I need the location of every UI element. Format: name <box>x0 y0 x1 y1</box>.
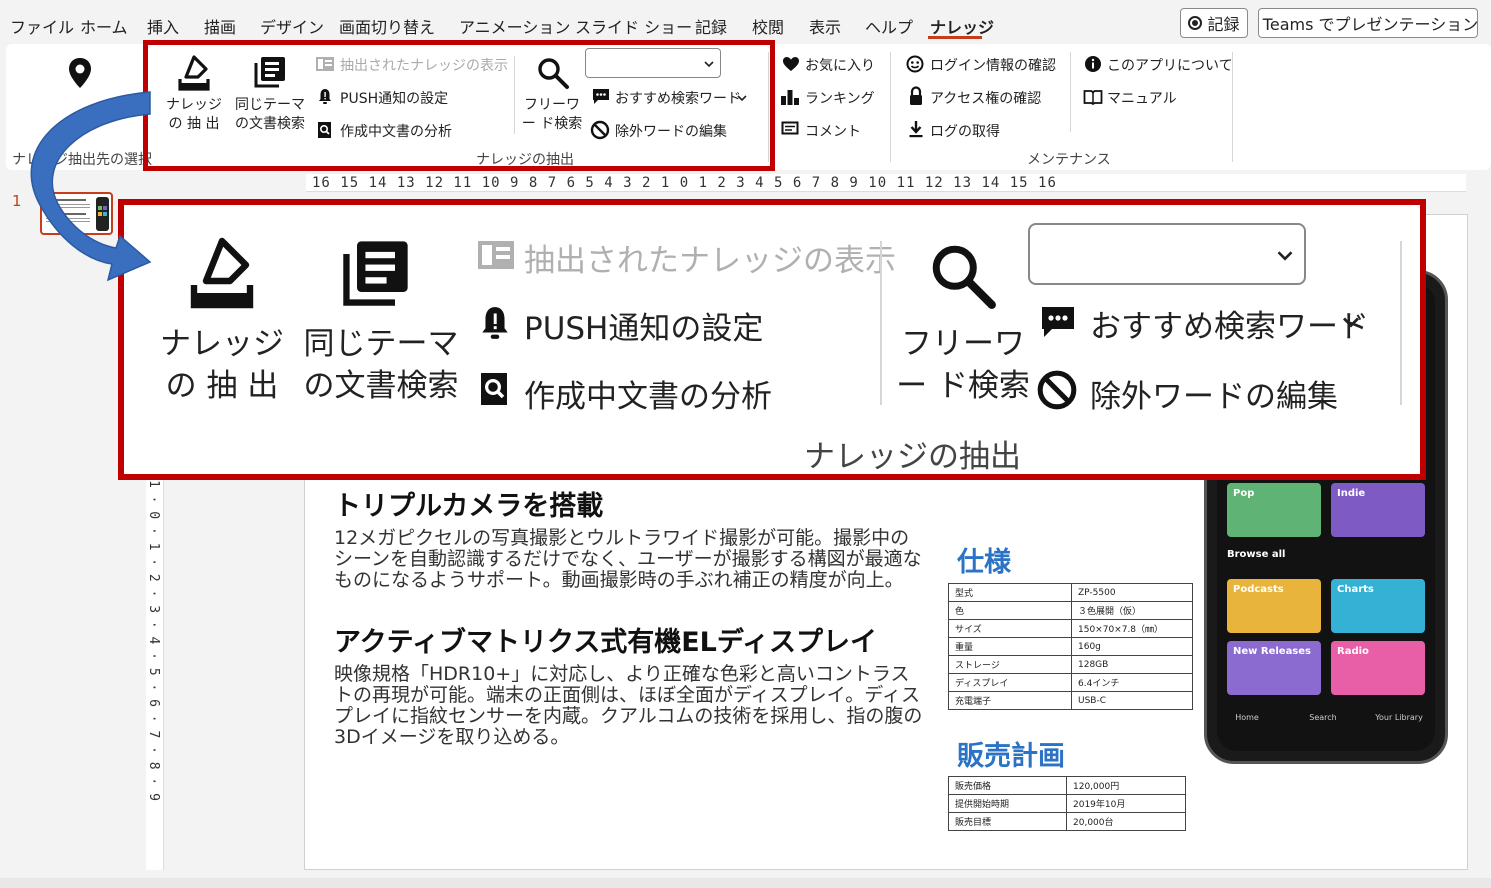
status-bar <box>0 878 1491 888</box>
curved-arrow <box>30 91 152 282</box>
